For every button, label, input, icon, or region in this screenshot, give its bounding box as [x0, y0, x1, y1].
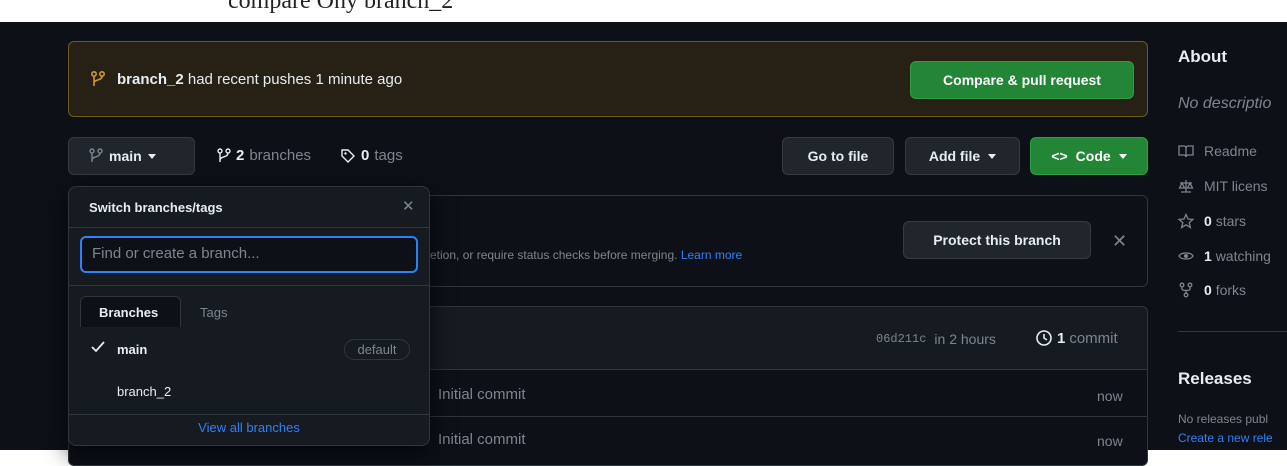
- create-release-link[interactable]: Create a new rele: [1178, 431, 1273, 445]
- license-label: MIT licens: [1204, 178, 1268, 194]
- branches-label: branches: [249, 147, 312, 164]
- chevron-down-icon: [147, 153, 156, 159]
- branches-count: 2: [236, 147, 245, 164]
- file-row-commit-message[interactable]: Initial commit: [438, 386, 526, 403]
- close-icon[interactable]: ✕: [1112, 231, 1127, 252]
- about-description: No descriptio: [1178, 95, 1272, 112]
- code-button[interactable]: <> Code: [1030, 137, 1148, 175]
- add-file-button[interactable]: Add file: [905, 137, 1020, 175]
- view-all-branches-label: View all branches: [198, 420, 300, 435]
- releases-heading[interactable]: Releases: [1178, 369, 1252, 389]
- banner-message: branch_2 had recent pushes 1 minute ago: [117, 71, 402, 88]
- commit-time: in 2 hours: [934, 331, 996, 347]
- divider: [69, 227, 429, 228]
- add-file-label: Add file: [928, 148, 981, 164]
- close-icon[interactable]: ✕: [402, 197, 415, 215]
- stars-label: stars: [1215, 213, 1247, 229]
- fork-icon: [1178, 282, 1194, 298]
- protect-branch-button[interactable]: Protect this branch: [903, 221, 1091, 259]
- releases-empty-text: No releases publ: [1178, 412, 1269, 426]
- commit-count: 1: [1057, 329, 1066, 347]
- watchers-label: watching: [1215, 248, 1271, 264]
- branch-select-button[interactable]: main: [68, 137, 195, 175]
- tab-tags[interactable]: Tags: [200, 305, 227, 320]
- git-branch-icon: [217, 147, 231, 164]
- git-branch-icon: [89, 148, 103, 164]
- branch-search-input-wrapper[interactable]: [80, 236, 418, 273]
- file-row-commit-message[interactable]: Initial commit: [438, 431, 526, 448]
- forks-link[interactable]: 0 forks: [1178, 282, 1246, 298]
- branch-item-branch-2-label: branch_2: [117, 384, 172, 399]
- watchers-link[interactable]: 1 watching: [1178, 248, 1271, 264]
- view-all-branches-link[interactable]: View all branches: [69, 413, 429, 443]
- star-icon: [1178, 213, 1194, 229]
- tags-link[interactable]: 0 tags: [340, 147, 403, 164]
- stars-link[interactable]: 0 stars: [1178, 213, 1246, 229]
- chevron-down-icon: [988, 153, 997, 159]
- tab-branches-label: Branches: [99, 305, 159, 320]
- dropdown-title: Switch branches/tags: [89, 200, 223, 215]
- file-row-time: now: [1097, 433, 1123, 449]
- protect-branch-description: etion, or require status checks before m…: [430, 248, 742, 262]
- forks-count: 0: [1204, 282, 1212, 298]
- protect-text: etion, or require status checks before m…: [430, 248, 678, 262]
- branch-item-main-label: main: [117, 342, 148, 357]
- commit-count-label: commit: [1069, 329, 1118, 347]
- chevron-down-icon: [1118, 153, 1127, 159]
- default-badge: default: [344, 339, 410, 360]
- watchers-count: 1: [1204, 248, 1212, 264]
- history-icon: [1035, 329, 1053, 347]
- divider: [69, 285, 429, 286]
- tags-label: tags: [374, 147, 403, 164]
- git-branch-icon: [90, 70, 106, 88]
- license-link[interactable]: MIT licens: [1178, 178, 1268, 194]
- commit-sha[interactable]: 06d211c: [876, 332, 926, 346]
- tags-count: 0: [361, 147, 370, 164]
- tag-icon: [340, 148, 356, 164]
- banner-branch-name[interactable]: branch_2: [117, 71, 184, 88]
- code-icon: <>: [1051, 148, 1068, 164]
- cut-off-heading: compare Ony branch_2: [228, 0, 454, 14]
- commits-link[interactable]: 1 commit: [1035, 329, 1118, 347]
- about-heading: About: [1178, 47, 1228, 66]
- readme-link[interactable]: Readme: [1178, 143, 1257, 159]
- file-row-time: now: [1097, 388, 1123, 404]
- forks-label: forks: [1215, 282, 1247, 298]
- book-icon: [1178, 143, 1194, 159]
- latest-commit-meta: 06d211c in 2 hours: [876, 331, 996, 347]
- banner-text: had recent pushes 1 minute ago: [187, 71, 403, 88]
- code-label: Code: [1075, 148, 1111, 164]
- learn-more-link[interactable]: Learn more: [681, 248, 742, 262]
- check-icon: [90, 340, 106, 354]
- current-branch-label: main: [109, 148, 142, 164]
- eye-icon: [1178, 248, 1194, 264]
- stars-count: 0: [1204, 213, 1212, 229]
- branch-search-input[interactable]: [92, 245, 402, 262]
- sidebar-divider: [1178, 331, 1287, 332]
- go-to-file-button[interactable]: Go to file: [782, 137, 894, 175]
- law-icon: [1178, 178, 1194, 194]
- readme-label: Readme: [1204, 143, 1257, 159]
- top-white-strip: compare Ony branch_2: [0, 0, 1287, 22]
- compare-pull-request-button[interactable]: Compare & pull request: [910, 61, 1134, 99]
- branches-link[interactable]: 2 branches: [217, 147, 311, 164]
